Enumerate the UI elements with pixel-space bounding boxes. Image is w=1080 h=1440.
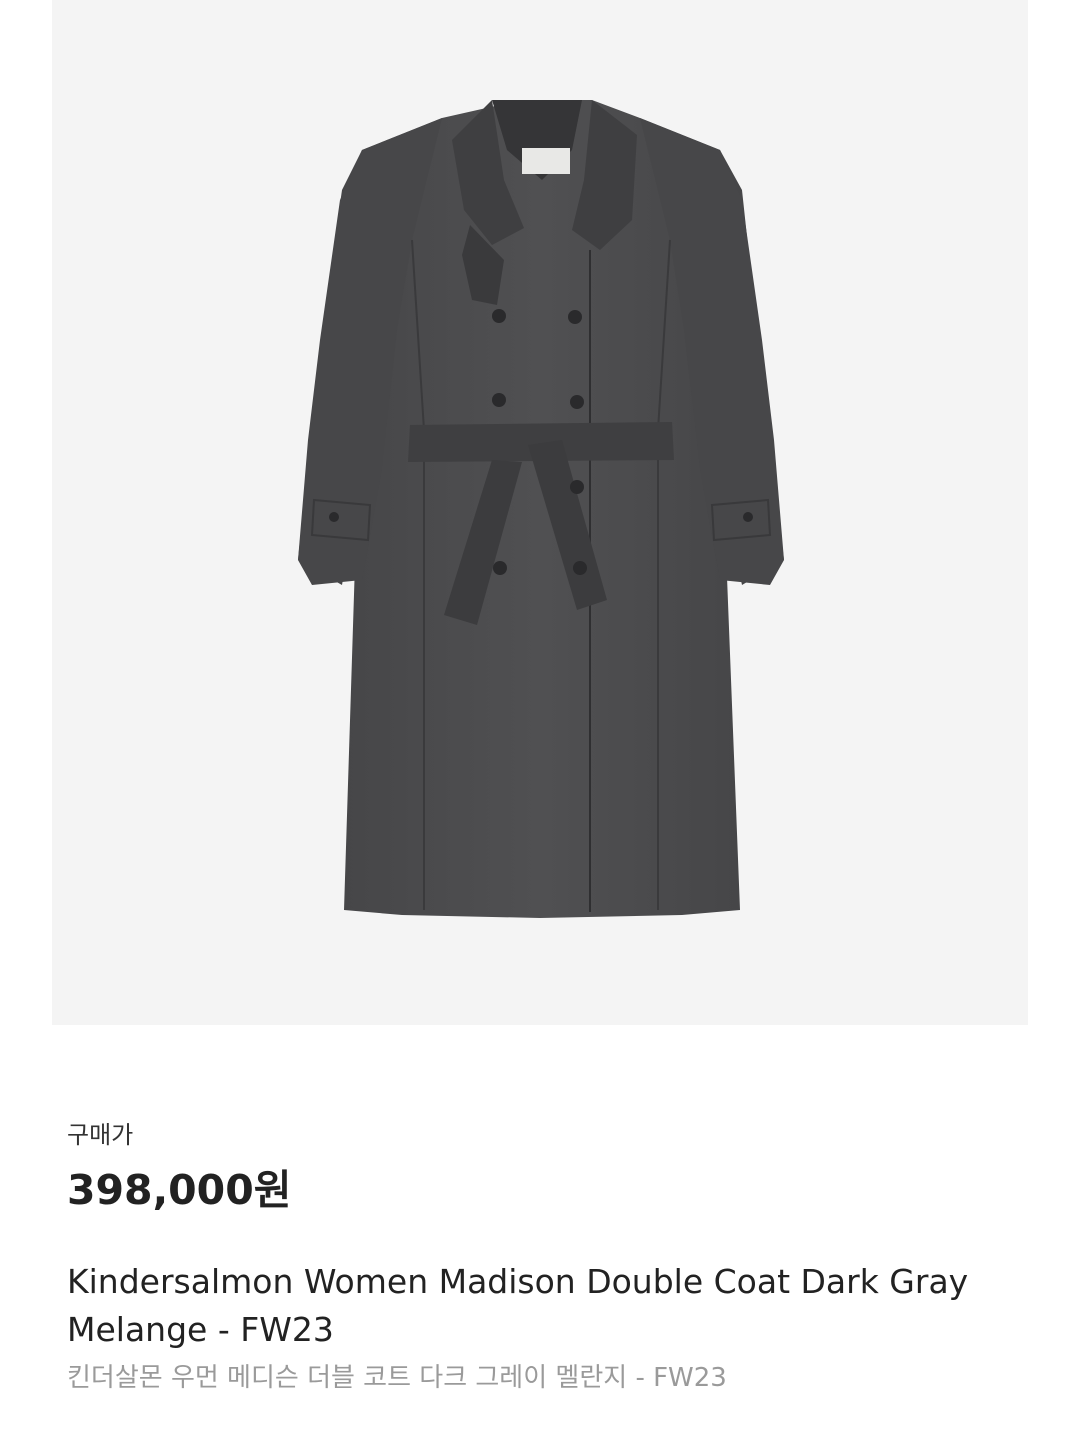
price-value: 398,000원 bbox=[67, 1166, 292, 1214]
product-title-korean: 킨더살몬 우먼 메디슨 더블 코트 다크 그레이 멜란지 - FW23 bbox=[67, 1363, 727, 1393]
right-margin bbox=[1028, 0, 1080, 1440]
label-tag bbox=[522, 148, 570, 174]
product-detail-page: 구매가 398,000원 Kindersalmon Women Madison … bbox=[0, 0, 1080, 1440]
product-image[interactable] bbox=[52, 0, 1028, 1025]
product-title-english: Kindersalmon Women Madison Double Coat D… bbox=[67, 1262, 969, 1349]
coat-illustration bbox=[298, 100, 784, 918]
left-margin bbox=[0, 0, 52, 1440]
product-info: 구매가 398,000원 Kindersalmon Women Madison … bbox=[67, 1118, 1017, 1398]
price-label: 구매가 bbox=[67, 1121, 134, 1149]
